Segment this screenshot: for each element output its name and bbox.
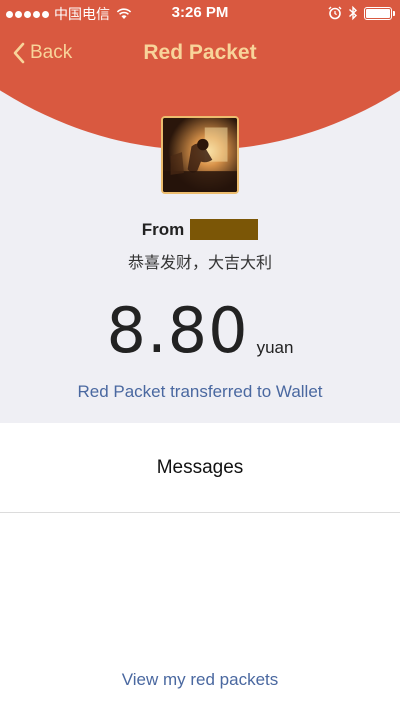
sender-avatar[interactable] bbox=[161, 116, 239, 194]
messages-section: Messages bbox=[0, 423, 400, 513]
greeting-message: 恭喜发财，大吉大利 bbox=[127, 255, 272, 272]
amount-value: 8.80 bbox=[106, 294, 249, 367]
bluetooth-icon bbox=[349, 5, 358, 21]
sender-row: From bbox=[0, 219, 400, 240]
alarm-icon bbox=[328, 6, 342, 20]
amount-display: 8.80 yuan bbox=[0, 298, 400, 364]
page-title: Red Packet bbox=[143, 41, 257, 64]
wallet-transfer-link[interactable]: Red Packet transferred to Wallet bbox=[0, 382, 400, 402]
red-packet-summary: 中国电信 3:26 PM Back Red Packet From 恭喜发财，大… bbox=[0, 0, 400, 423]
messages-label: Messages bbox=[156, 457, 244, 478]
from-label: From bbox=[141, 219, 185, 239]
amount-unit: yuan bbox=[256, 338, 294, 357]
avatar-photo bbox=[163, 118, 237, 192]
sender-name-redacted bbox=[190, 219, 259, 240]
status-bar: 中国电信 3:26 PM bbox=[0, 0, 400, 26]
battery-icon bbox=[364, 6, 395, 20]
view-my-red-packets-link[interactable]: View my red packets bbox=[0, 670, 400, 690]
